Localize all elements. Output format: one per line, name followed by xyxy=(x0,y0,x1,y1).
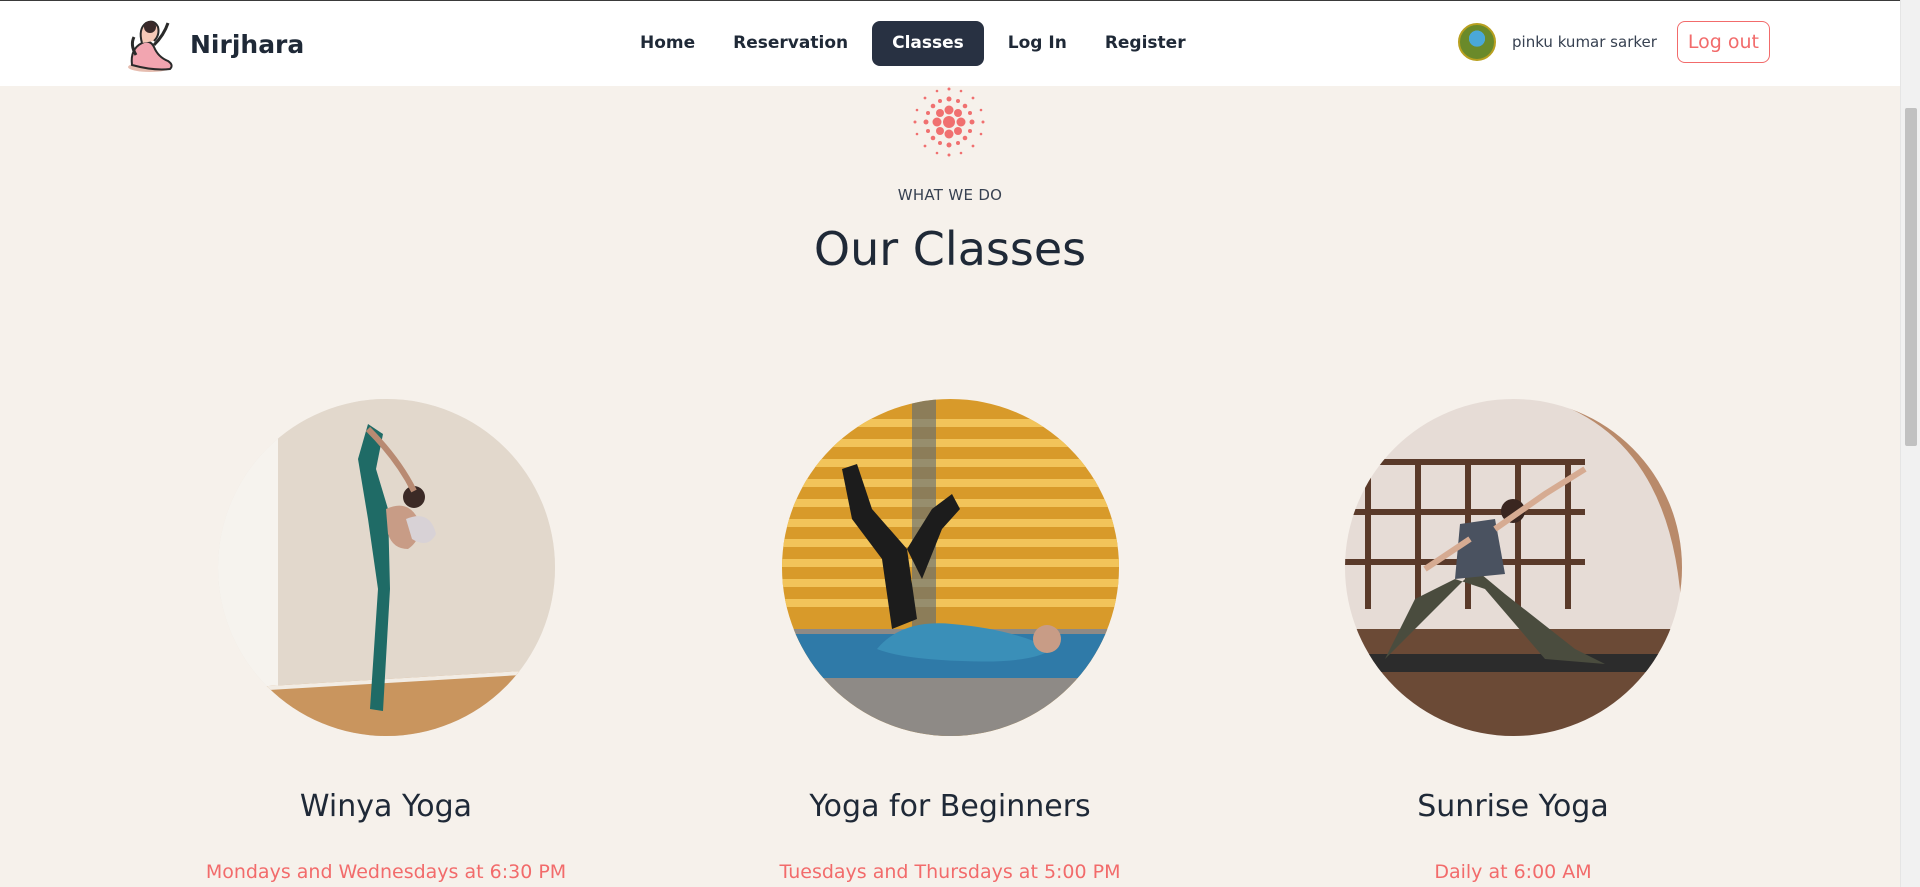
nav-register[interactable]: Register xyxy=(1091,21,1200,66)
navbar: Nirjhara Home Reservation Classes Log In… xyxy=(0,1,1900,86)
class-schedule: Tuesdays and Thursdays at 5:00 PM xyxy=(779,861,1121,883)
yoga-lying-pose-image xyxy=(781,399,1119,736)
class-image xyxy=(781,399,1119,736)
mandala-icon xyxy=(913,87,985,157)
page-scrollbar[interactable] xyxy=(1900,0,1920,887)
logout-button[interactable]: Log out xyxy=(1676,21,1770,63)
yoga-dancer-pose-image xyxy=(217,399,555,736)
class-schedule: Mondays and Wednesdays at 6:30 PM xyxy=(205,861,567,883)
yoga-pose-logo-icon xyxy=(128,20,173,72)
nav-home[interactable]: Home xyxy=(626,21,709,66)
class-image xyxy=(1344,399,1682,736)
section-title: Our Classes xyxy=(813,222,1087,276)
class-card-sunrise-yoga[interactable]: Sunrise Yoga Daily at 6:00 AM xyxy=(1343,399,1683,883)
yoga-lunge-pose-image xyxy=(1344,399,1682,736)
class-card-winya-yoga[interactable]: Winya Yoga Mondays and Wednesdays at 6:3… xyxy=(206,399,566,883)
brand-name: Nirjhara xyxy=(190,29,305,59)
nav-classes[interactable]: Classes xyxy=(872,21,984,66)
section-eyebrow: WHAT WE DO xyxy=(897,186,1003,204)
class-image xyxy=(217,399,555,736)
class-title: Sunrise Yoga xyxy=(1417,789,1609,824)
class-title: Winya Yoga xyxy=(299,789,473,824)
class-schedule: Daily at 6:00 AM xyxy=(1434,861,1592,883)
class-title: Yoga for Beginners xyxy=(809,789,1091,824)
user-area: pinku kumar sarker Log out xyxy=(1458,21,1770,63)
user-name: pinku kumar sarker xyxy=(1512,33,1657,51)
main-nav: Home Reservation Classes Log In Register xyxy=(626,21,1210,66)
scrollbar-thumb[interactable] xyxy=(1905,108,1917,446)
nav-reservation[interactable]: Reservation xyxy=(719,21,862,66)
class-card-yoga-for-beginners[interactable]: Yoga for Beginners Tuesdays and Thursday… xyxy=(780,399,1121,883)
nav-login[interactable]: Log In xyxy=(994,21,1081,66)
brand[interactable]: Nirjhara xyxy=(124,15,304,73)
avatar[interactable] xyxy=(1458,23,1497,61)
